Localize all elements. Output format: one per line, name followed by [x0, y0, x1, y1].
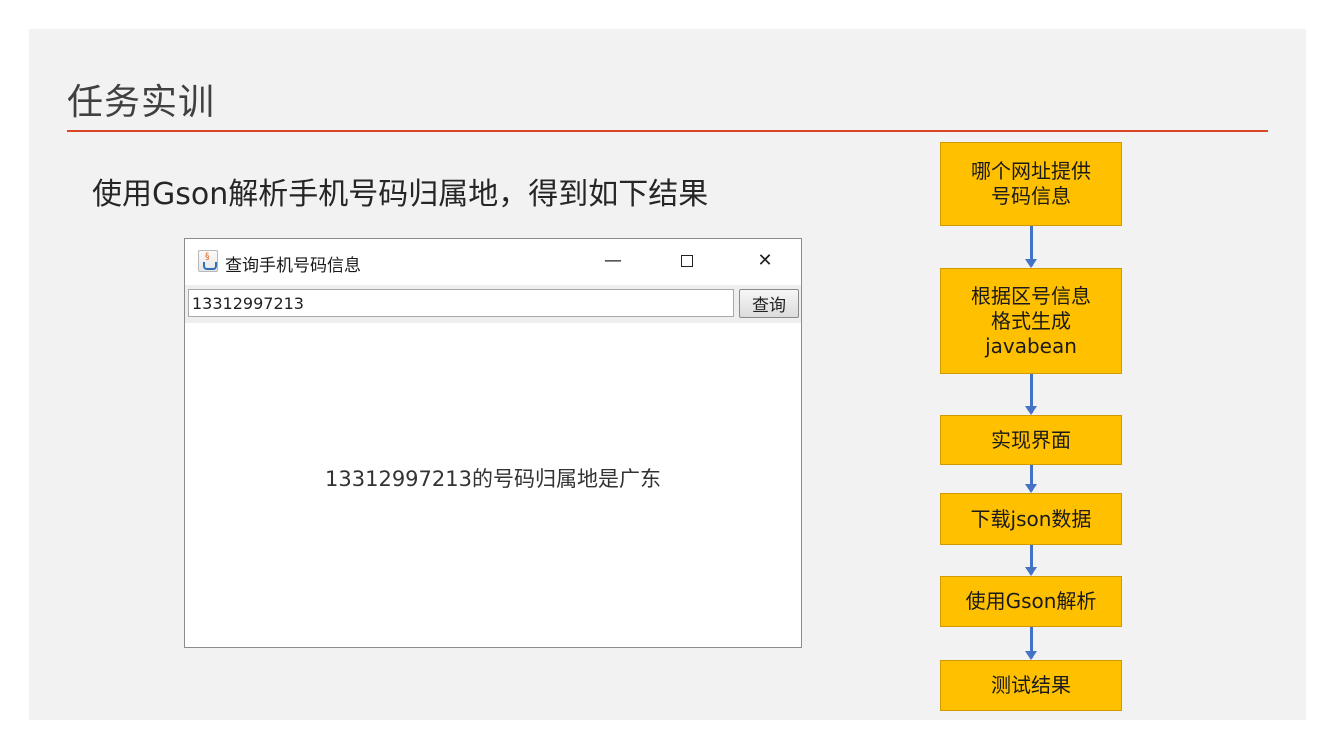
minimize-icon[interactable]: — — [593, 247, 633, 275]
close-icon[interactable]: ✕ — [745, 247, 785, 275]
flow-step-6: 测试结果 — [940, 660, 1122, 711]
query-toolbar: 查询 — [185, 285, 801, 323]
flow-step-2-line-3: javabean — [985, 333, 1077, 358]
maximize-icon[interactable] — [667, 247, 707, 275]
flow-arrow-5 — [1025, 627, 1037, 660]
window-title: 查询手机号码信息 — [225, 256, 361, 276]
flow-step-2-line-2: 格式生成 — [991, 308, 1071, 333]
slide-title: 任务实训 — [67, 82, 216, 123]
flow-step-3-label: 实现界面 — [991, 427, 1071, 452]
title-divider — [67, 130, 1268, 132]
flow-arrow-1 — [1025, 226, 1037, 268]
flow-step-1: 哪个网址提供 号码信息 — [940, 142, 1122, 226]
flow-arrow-3 — [1025, 465, 1037, 493]
flow-step-4-label: 下载json数据 — [970, 506, 1092, 531]
flow-step-5-label: 使用Gson解析 — [965, 589, 1097, 613]
window-titlebar[interactable]: § 查询手机号码信息 — ✕ — [185, 239, 801, 285]
flow-step-1-line-1: 哪个网址提供 — [971, 159, 1091, 183]
flow-arrow-4 — [1025, 545, 1037, 576]
flow-step-2: 根据区号信息 格式生成 javabean — [940, 268, 1122, 374]
flow-step-3: 实现界面 — [940, 415, 1122, 465]
flow-step-5: 使用Gson解析 — [940, 576, 1122, 627]
java-coffee-cup-icon: § — [198, 250, 218, 272]
flow-step-6-label: 测试结果 — [991, 673, 1071, 697]
flow-step-4: 下载json数据 — [940, 493, 1122, 545]
slide-subtitle: 使用Gson解析手机号码归属地，得到如下结果 — [92, 177, 709, 212]
result-text: 13312997213的号码归属地是广东 — [325, 467, 661, 491]
phone-lookup-window: § 查询手机号码信息 — ✕ 查询 13312997213的号码归属地是广东 — [184, 238, 802, 648]
flow-arrow-2 — [1025, 374, 1037, 415]
phone-number-input[interactable] — [188, 289, 734, 317]
query-button[interactable]: 查询 — [739, 289, 799, 318]
flow-step-1-line-2: 号码信息 — [991, 184, 1071, 208]
flow-step-2-line-1: 根据区号信息 — [971, 283, 1091, 308]
